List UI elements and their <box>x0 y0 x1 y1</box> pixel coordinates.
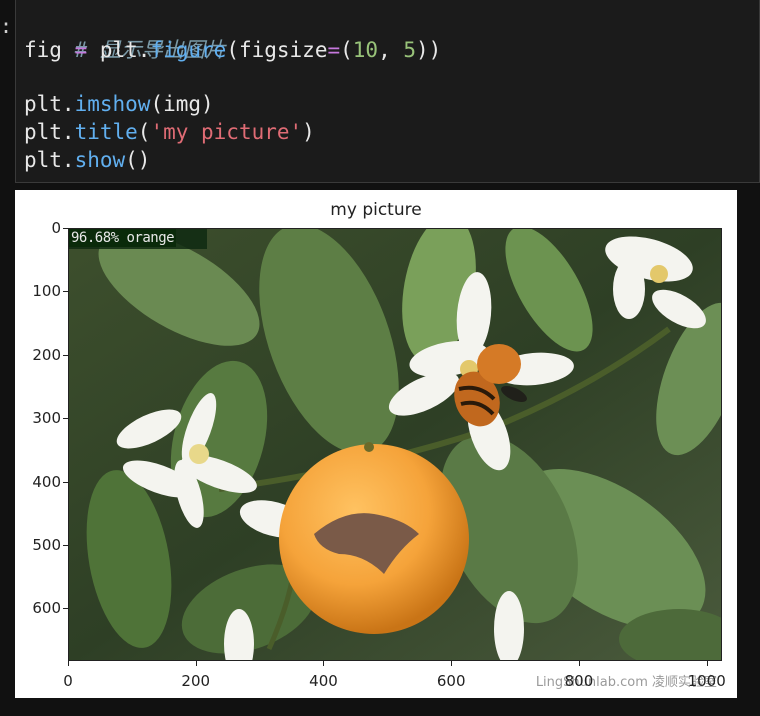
y-tick-mark <box>63 544 68 546</box>
code-line-6: plt.show() <box>24 146 150 174</box>
x-tick-label: 800 <box>564 672 594 690</box>
code-line-4: plt.imshow(img) <box>24 90 214 118</box>
y-tick-mark <box>63 608 68 610</box>
y-tick-label: 400 <box>32 472 61 491</box>
code-token: ( <box>340 38 353 62</box>
code-token: ) <box>302 120 315 144</box>
x-tick-label: 1000 <box>687 672 726 690</box>
code-token: () <box>125 148 151 172</box>
x-tick-mark <box>578 661 580 666</box>
code-token: plt. <box>24 92 75 116</box>
y-tick-label: 0 <box>51 219 61 237</box>
code-token: )) <box>416 38 442 62</box>
y-tick-mark <box>63 481 68 483</box>
y-tick-label: 600 <box>32 599 61 618</box>
code-cell[interactable]: # 显示导出图片 fig = plt.figure(figsize=(10, 5… <box>15 0 760 183</box>
orange-bee-photo <box>69 229 721 660</box>
code-token: plt. <box>24 120 75 144</box>
cell-output: my picture 96.68% orange LingShunlab.com… <box>15 190 737 698</box>
code-token: (img) <box>150 92 214 116</box>
plot-title: my picture <box>330 200 422 220</box>
code-token: ( <box>137 120 151 144</box>
y-tick-mark <box>63 354 68 356</box>
code-token: 10 <box>352 38 379 62</box>
code-token: title <box>74 120 138 144</box>
y-tick-label: 200 <box>32 345 61 364</box>
x-tick-label: 600 <box>436 672 466 690</box>
x-tick-label: 200 <box>181 672 211 690</box>
y-tick-mark <box>63 418 68 420</box>
x-tick-mark <box>68 661 69 666</box>
code-token: figure <box>150 38 227 62</box>
code-token: , <box>378 38 404 62</box>
code-token: imshow <box>74 92 151 116</box>
x-tick-mark <box>323 661 325 666</box>
y-tick-label: 100 <box>32 282 61 301</box>
x-tick-mark <box>451 661 453 666</box>
code-line-2: fig = plt.figure(figsize=(10, 5)) <box>24 36 441 64</box>
code-token: plt. <box>87 38 151 62</box>
x-tick-mark <box>195 661 197 666</box>
code-token: = <box>74 38 88 62</box>
code-token: plt. <box>24 148 75 172</box>
x-tick-label: 400 <box>309 672 338 690</box>
code-token: show <box>74 148 126 172</box>
y-tick-mark <box>63 291 68 293</box>
y-tick-label: 500 <box>32 535 61 554</box>
cell-prompt-marker: : <box>0 14 13 38</box>
code-token: fig <box>24 38 75 62</box>
image-axes: 96.68% orange <box>68 228 722 661</box>
code-token: = <box>327 38 341 62</box>
x-tick-label: 0 <box>63 672 73 690</box>
prediction-label: 96.68% orange <box>69 229 177 247</box>
y-tick-label: 300 <box>32 409 61 428</box>
code-token: 5 <box>403 38 417 62</box>
code-line-5: plt.title('my picture') <box>24 118 315 146</box>
code-token: 'my picture' <box>150 120 303 144</box>
y-tick-mark <box>63 228 68 229</box>
code-token: (figsize <box>226 38 328 62</box>
x-tick-mark <box>706 661 708 666</box>
